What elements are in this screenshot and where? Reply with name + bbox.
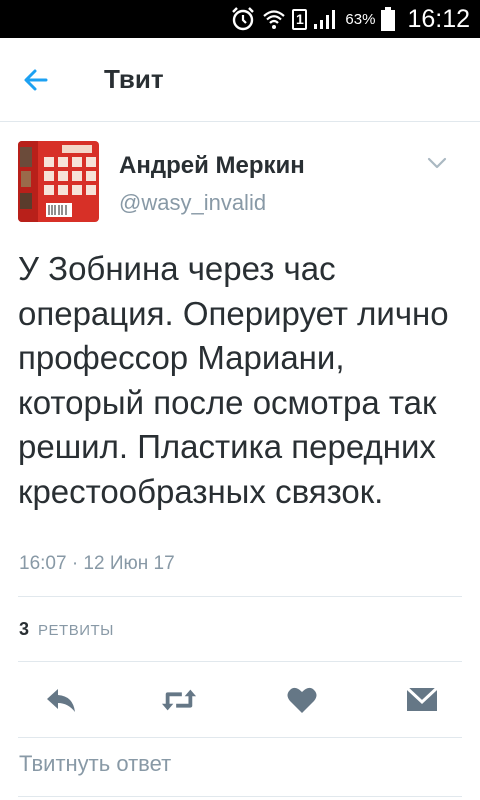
retweet-label: РЕТВИТЫ [38,622,114,639]
reply-input[interactable]: Твитнуть ответ [19,751,461,781]
reply-button[interactable] [43,682,79,718]
direct-message-button[interactable] [404,682,440,718]
retweet-button[interactable] [161,682,197,718]
like-button[interactable] [284,682,320,718]
retweet-icon [161,689,197,711]
divider [18,596,462,597]
tweet-timestamp[interactable]: 16:07 · 12 Июн 17 [19,553,175,575]
wifi-icon [263,10,286,29]
signal-icon [314,10,336,29]
avatar[interactable] [18,141,99,222]
reply-icon [47,689,75,712]
author-handle[interactable]: @wasy_invalid [119,190,266,216]
author-name[interactable]: Андрей Меркин [119,152,305,180]
status-bar: 1 63% 16:12 [0,0,480,38]
page-title: Твит [104,64,164,94]
chevron-down-icon[interactable] [426,155,448,171]
arrow-left-icon[interactable] [20,64,52,96]
sim-icon: 1 [292,8,308,30]
heart-icon [287,687,317,713]
battery-icon [381,7,396,31]
retweet-count: 3 [19,619,30,639]
status-icons: 1 63% 16:12 [230,0,470,38]
direct-message-icon [405,686,439,711]
app-bar: Твит [0,38,480,122]
divider [18,661,462,662]
divider [18,796,462,797]
clock: 16:12 [407,4,470,33]
tweet-text: У Зобнина через час операция. Оперирует … [18,250,449,510]
retweet-stats[interactable]: 3 РЕТВИТЫ [19,619,114,640]
battery-percent: 63% [345,10,376,28]
alarm-icon [232,7,255,31]
divider [18,737,462,738]
